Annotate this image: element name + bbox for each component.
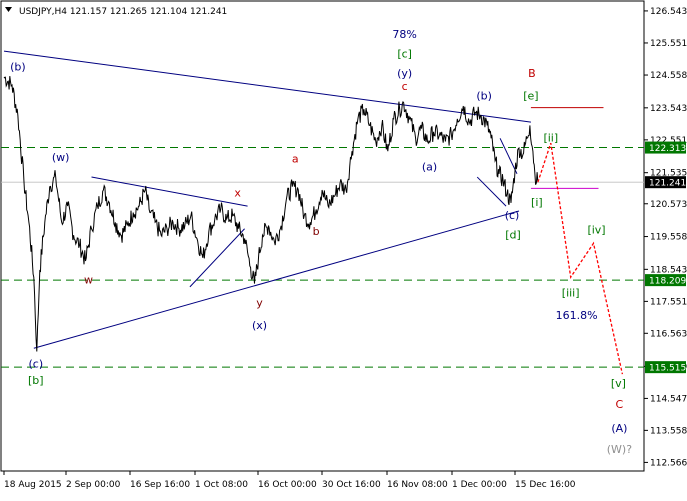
- level-price-text: 115.515: [649, 364, 686, 374]
- wave-label: (A): [611, 422, 627, 435]
- y-tick-label: 119.558: [650, 233, 687, 243]
- wave-label: b: [313, 225, 320, 238]
- y-tick-label: 124.558: [650, 71, 687, 81]
- wave-label: [i]: [531, 196, 543, 209]
- wave-label: (w): [52, 151, 70, 164]
- x-tick-label: 1 Oct 08:00: [195, 480, 248, 490]
- level-price-text: 118.209: [649, 277, 686, 287]
- wave-label: 78%: [392, 28, 416, 41]
- wave-label: y: [256, 296, 263, 309]
- y-tick-label: 114.547: [650, 394, 687, 404]
- wave-label: [v]: [611, 377, 626, 390]
- x-tick-label: 2 Sep 00:00: [66, 480, 121, 490]
- wave-label: [c]: [397, 48, 412, 61]
- wave-label: C: [616, 398, 624, 411]
- wave-label: c: [402, 80, 408, 93]
- plot-frame: [0, 0, 645, 472]
- x-tick-label: 18 Aug 2015: [4, 480, 62, 490]
- wave-label: (x): [252, 319, 267, 332]
- wave-label: [iv]: [587, 224, 605, 237]
- wave-label: w: [84, 274, 93, 287]
- wave-label: 161.8%: [556, 309, 598, 322]
- y-tick-label: 116.563: [650, 329, 687, 339]
- level-price-text: 121.241: [649, 179, 686, 189]
- wave-label: [e]: [523, 90, 538, 103]
- wave-label: (b): [476, 90, 492, 103]
- y-tick-label: 125.551: [650, 39, 687, 49]
- chart: (b) (w) w (c) [b] x a b y (x) 78% [c] (y) c (a) (b) B [e]…: [0, 0, 687, 496]
- y-tick-label: 123.543: [650, 104, 687, 114]
- x-tick-label: 16 Sep 16:00: [130, 480, 190, 490]
- x-tick-label: 1 Dec 00:00: [452, 480, 507, 490]
- y-tick-label: 112.566: [650, 458, 687, 468]
- wave-label: [ii]: [543, 132, 558, 145]
- level-price-text: 122.313: [649, 144, 686, 154]
- wave-label: [iii]: [562, 287, 580, 300]
- symbol-header: USDJPY,H4 121.157 121.265 121.104 121.24…: [19, 7, 227, 17]
- wave-label: (c): [28, 358, 43, 371]
- wave-label: (c): [505, 209, 520, 222]
- price-chart: (b) (w) w (c) [b] x a b y (x) 78% [c] (y)c (a) (b) B [e]…: [0, 0, 687, 490]
- x-tick-label: 16 Oct 00:00: [258, 480, 317, 490]
- wave-label: (a): [422, 161, 437, 174]
- y-tick-label: 126.543: [650, 7, 687, 17]
- x-tick-label: 15 Dec 16:00: [515, 480, 576, 490]
- wave-label: a: [292, 153, 299, 166]
- wave-label: B: [528, 67, 536, 80]
- x-tick-label: 16 Nov 08:00: [387, 480, 448, 490]
- wave-label: (b): [10, 60, 26, 73]
- wave-label: [b]: [28, 374, 44, 387]
- wave-label: (y): [397, 67, 412, 80]
- y-tick-label: 113.558: [650, 426, 687, 436]
- y-tick-label: 118.543: [650, 265, 687, 275]
- y-tick-label: 120.573: [650, 200, 687, 210]
- wave-label: (W)?: [607, 443, 632, 456]
- wave-label: [d]: [505, 228, 521, 241]
- x-tick-label: 30 Oct 16:00: [322, 480, 381, 490]
- y-tick-label: 117.551: [650, 297, 687, 307]
- plot-area: [0, 0, 645, 472]
- wave-label: x: [234, 186, 241, 199]
